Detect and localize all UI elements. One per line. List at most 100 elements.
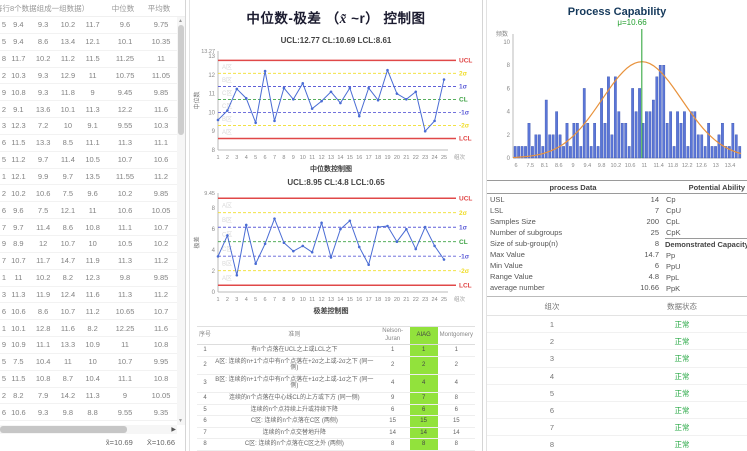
data-cell: 10.2 <box>6 189 31 198</box>
svg-text:8: 8 <box>212 206 216 212</box>
status-row: 3正常 <box>487 350 747 367</box>
svg-text:15: 15 <box>347 297 353 303</box>
median-cell: 12.2 <box>105 105 145 114</box>
table-row: 28.27.914.211.3910.05 <box>0 388 177 405</box>
data-cell: 8.2 <box>80 324 105 333</box>
scroll-right-arrow[interactable]: ▶ <box>171 426 176 433</box>
svg-text:18: 18 <box>375 297 381 303</box>
rule-row: 2A区: 连续的n+1个点中有n个点落在+2σ之上或-2σ之下 (同一侧)222 <box>197 356 475 374</box>
svg-text:15: 15 <box>347 155 353 161</box>
svg-text:21: 21 <box>403 297 409 303</box>
data-cell: 11.5 <box>6 138 31 147</box>
table-row: 311.311.912.411.611.311.2 <box>0 287 177 304</box>
median-cell: 9.55 <box>105 408 145 417</box>
status-badge: 正常 <box>617 333 747 349</box>
data-cell: 12.3 <box>6 121 31 130</box>
rule-value: 2 <box>376 356 410 374</box>
svg-text:8: 8 <box>282 297 285 303</box>
svg-text:2: 2 <box>507 133 511 139</box>
metric-label: average number <box>487 282 619 293</box>
metric-label: Range Value <box>487 271 619 282</box>
rule-text: C区: 连续的n个点落在C区 (两侧) <box>213 416 376 428</box>
data-cell: 7.5 <box>56 189 81 198</box>
left-table-body[interactable]: 59.49.310.211.79.69.7559.48.613.412.110.… <box>0 17 177 425</box>
data-cell: 9.1 <box>80 121 105 130</box>
standard-col-header[interactable]: Montgomery <box>438 327 475 345</box>
mean-cell: 10.7 <box>145 307 177 316</box>
svg-text:1: 1 <box>216 297 219 303</box>
median-cell: 11.55 <box>105 172 145 181</box>
data-cell: 14.2 <box>56 391 81 400</box>
scroll-up-arrow[interactable]: ▲ <box>178 18 183 24</box>
status-badge: 正常 <box>617 316 747 332</box>
data-cell: 8.6 <box>31 37 56 46</box>
table-row: 312.37.2109.19.5510.3 <box>0 118 177 135</box>
svg-text:18: 18 <box>375 155 381 161</box>
table-row: 610.69.39.88.89.559.35 <box>0 404 177 421</box>
svg-text:2: 2 <box>212 269 216 275</box>
svg-text:7.5: 7.5 <box>526 163 534 169</box>
mean-cell: 11.2 <box>145 290 177 299</box>
data-cell: 9.8 <box>56 408 81 417</box>
range-control-chart: 9.4502468UCLA区2σB区1σC区CLC区-1σB区-2σA区LCL1… <box>192 188 480 318</box>
group-number: 5 <box>487 385 617 401</box>
status-table-body: 1正常2正常3正常4正常5正常6正常7正常8正常 <box>487 316 747 451</box>
rule-text: 连续的n个点交替地升降 <box>213 427 376 439</box>
svg-text:13: 13 <box>328 155 334 161</box>
process-data-row: average number10.66 <box>487 282 659 293</box>
data-cell: 10.7 <box>56 307 81 316</box>
demonstrated-metric: Pp <box>665 250 747 261</box>
potential-ability-title: Potential Ability <box>659 181 747 193</box>
control-chart-panel: 中位数-极差 （x̃ ~r） 控制图 UCL:12.77 CL:10.69 LC… <box>189 0 483 451</box>
median-cell: 10.65 <box>105 307 145 316</box>
scroll-down-arrow[interactable]: ▼ <box>178 418 183 424</box>
data-cell: 11.8 <box>56 88 81 97</box>
data-cell: 9.4 <box>6 37 31 46</box>
mean-cell: 10.6 <box>145 155 177 164</box>
median-chart-limits: UCL:12.77 CL:10.69 LCL:8.61 <box>190 36 482 45</box>
rule-value: 15 <box>438 416 475 428</box>
svg-text:19: 19 <box>384 155 390 161</box>
svg-text:4: 4 <box>507 110 511 116</box>
mean-cell: 9.85 <box>145 273 177 282</box>
svg-text:B区: B区 <box>222 116 232 123</box>
svg-text:LCL: LCL <box>459 282 472 289</box>
svg-text:9: 9 <box>212 129 216 135</box>
data-cell: 11 <box>80 206 105 215</box>
vscroll-thumb[interactable] <box>178 25 184 135</box>
svg-text:3: 3 <box>235 297 238 303</box>
svg-text:UCL: UCL <box>459 195 472 202</box>
status-badge: 正常 <box>617 385 747 401</box>
hscroll-thumb[interactable] <box>0 426 127 433</box>
table-note: 每行8个数据组成一组数据） <box>0 3 103 14</box>
svg-text:A区: A区 <box>222 129 232 136</box>
standard-col-header[interactable]: Nelson-Juran <box>376 327 410 345</box>
median-cell: 11.1 <box>105 374 145 383</box>
mean-cell: 9.75 <box>145 20 177 29</box>
data-cell: 8.9 <box>6 239 31 248</box>
table-row: 110.112.811.68.212.2511.6 <box>0 320 177 337</box>
table-row: 610.68.610.711.210.6510.7 <box>0 303 177 320</box>
svg-text:11: 11 <box>309 297 315 303</box>
status-row: 1正常 <box>487 316 747 333</box>
svg-text:24: 24 <box>432 155 438 161</box>
median-cell: 9.8 <box>105 273 145 282</box>
data-cell: 11.9 <box>31 290 56 299</box>
status-col-header: 数据状态 <box>617 297 747 315</box>
table-row: 112.19.99.713.511.5511.2 <box>0 169 177 186</box>
mean-cell: 10.8 <box>145 340 177 349</box>
mean-cell: 10.2 <box>145 239 177 248</box>
rule-value: 14 <box>438 427 475 439</box>
vertical-scrollbar[interactable]: ▲ ▼ <box>177 17 185 425</box>
standard-col-header[interactable]: AIAG <box>410 327 438 345</box>
svg-text:2: 2 <box>226 155 229 161</box>
table-row: 57.510.4111010.79.95 <box>0 354 177 371</box>
rule-value: 4 <box>376 374 410 392</box>
chart-title-part: ~r） 控制图 <box>347 11 426 26</box>
svg-text:LCL: LCL <box>459 136 472 143</box>
data-cell: 13.5 <box>80 172 105 181</box>
data-cell: 10.7 <box>56 239 81 248</box>
horizontal-scrollbar[interactable]: ▶ <box>0 425 177 434</box>
svg-text:0: 0 <box>212 290 216 296</box>
data-cell: 9.9 <box>31 172 56 181</box>
